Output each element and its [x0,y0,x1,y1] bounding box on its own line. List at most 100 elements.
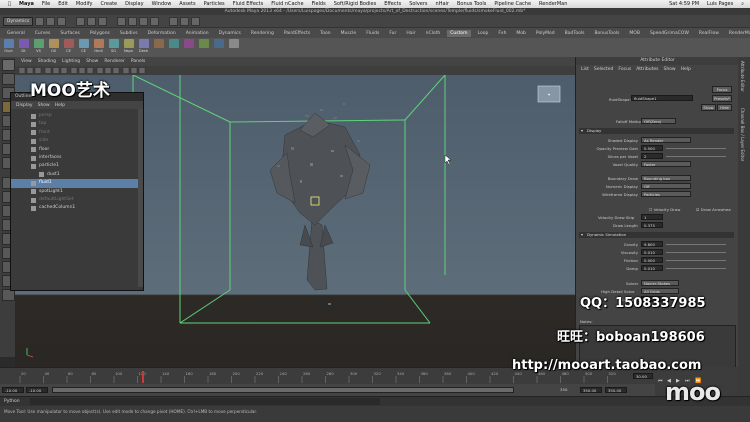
search-icon[interactable]: ⌕ [741,1,744,7]
ipr-render-icon[interactable] [180,16,190,26]
shelf-tool[interactable]: CE [77,38,90,53]
attribute-menu-item[interactable]: Help [681,67,691,72]
shelf-tab[interactable]: MOB [626,30,643,37]
attr-slider[interactable] [666,252,726,253]
command-language[interactable]: Python [4,399,20,404]
shelf-tool[interactable] [227,38,240,49]
end-time-field[interactable]: 350.00 [605,387,627,393]
shelf-tab[interactable]: Dynamics [216,30,244,37]
menu-item[interactable]: Bonus Tools [457,1,486,7]
outliner-item[interactable]: defaultLightSet [11,196,143,204]
tab-attribute-editor[interactable]: Attribute Editor [740,61,745,92]
playback-end-field[interactable]: 350.00 [580,387,602,393]
select-component-icon[interactable] [98,16,108,26]
shelf-tab[interactable]: Hair [403,30,418,37]
shelf-tool[interactable]: Hndl [92,38,105,53]
viewport-menu-item[interactable]: Lighting [62,59,80,64]
outliner-item[interactable]: fluid1 [11,179,143,188]
save-scene-icon[interactable] [57,16,67,26]
menu-item[interactable]: Soft/Rigid Bodies [334,1,376,7]
outliner-item[interactable]: interfaces [11,154,143,162]
shelf-tab[interactable]: Muscle [338,30,360,37]
shelf-tab[interactable]: Mob [513,30,529,37]
shelf-tab[interactable]: RealFlow [696,30,722,37]
menu-item[interactable]: Solvers [409,1,427,7]
dynamic-attr-value[interactable]: 0.010 [641,265,663,271]
viewport-menu-item[interactable]: Panels [131,59,145,64]
shelf-tool[interactable]: OS [47,38,60,53]
shelf-tab[interactable]: Rendering [248,30,277,37]
focus-button[interactable]: Focus [712,86,732,93]
viewport-menu-item[interactable]: View [21,59,32,64]
menu-item[interactable]: Maya [19,1,34,7]
attribute-menu-item[interactable]: Show [663,67,675,72]
display-section[interactable]: Display [579,128,734,134]
shelf-tool[interactable]: CE [62,38,75,53]
viewport-menu-item[interactable]: Shading [38,59,56,64]
outliner-item[interactable]: spotLight1 [11,188,143,196]
shelf-tool[interactable] [197,38,210,49]
attribute-menu-item[interactable]: Attributes [636,67,658,72]
dynamic-attr-value[interactable]: 0.010 [641,249,663,255]
menu-item[interactable]: Particles [204,1,225,7]
display-attr-value[interactable]: Bounding box [641,175,691,181]
render-icon[interactable] [169,16,179,26]
outliner-item[interactable]: dust1 [11,171,143,179]
viewport-menu-item[interactable]: Renderer [104,59,125,64]
display-attr-value[interactable]: Particles [641,191,691,197]
start-time-field[interactable]: -10.00 [2,387,24,393]
range-slider-bar[interactable] [52,387,514,393]
menu-item[interactable]: Edit [58,1,68,7]
show-button[interactable]: Show [701,104,716,111]
shelf-tab[interactable]: BonusTools [591,30,622,37]
menu-item[interactable]: Fields [312,1,326,7]
snap-plane-icon[interactable] [150,16,160,26]
attribute-menu-item[interactable]: Selected [594,67,614,72]
outliner-menu-item[interactable]: Show [38,103,50,108]
menu-item[interactable]: Modify [76,1,93,7]
dynamic-simulation-section[interactable]: Dynamic Simulation [579,232,734,238]
solver-dropdown[interactable]: Navier-Stokes [641,280,679,286]
shelf-tool[interactable]: Desh [137,38,150,53]
current-frame-field[interactable]: 30.00 [633,373,653,379]
display-attr-value[interactable]: As Render [641,137,691,143]
shelf-tab[interactable]: PaintEffects [281,30,313,37]
hide-button[interactable]: Hide [717,104,732,111]
menu-item[interactable]: Create [101,1,118,7]
display-attr-value[interactable]: Faster [641,161,691,167]
shelf-tab[interactable]: Curves [32,30,54,37]
attribute-menu-item[interactable]: List [581,67,589,72]
shelf-tab[interactable]: Polygons [87,30,113,37]
velocity-skip-field[interactable]: 1 [641,214,663,220]
viewport-toolbar-icons[interactable] [15,66,575,75]
viewport-menu-item[interactable]: Show [86,59,98,64]
display-attr-value[interactable]: 2 [641,153,663,159]
select-tool-icon[interactable] [2,59,15,71]
menu-item[interactable]: Fluid nCache [271,1,303,7]
attr-slider[interactable] [666,148,726,149]
shelf-tool[interactable] [182,38,195,49]
shelf-tab[interactable]: General [4,30,28,37]
open-scene-icon[interactable] [46,16,56,26]
user-name[interactable]: Luis Pages [707,1,733,7]
snap-grid-icon[interactable] [117,16,127,26]
shelf-tab[interactable]: Subdivs [117,30,141,37]
outliner-item[interactable]: side [11,137,143,145]
shelf-tool[interactable]: VS [32,38,45,53]
shelf-tab[interactable]: BadTools [562,30,588,37]
attr-slider[interactable] [666,156,726,157]
shelf-tab[interactable]: Loop [475,30,492,37]
dynamic-attr-value[interactable]: 0.000 [641,257,663,263]
outliner-menu-item[interactable]: Help [55,103,65,108]
menu-item[interactable]: Effects [384,1,401,7]
range-slider[interactable]: -10.00 -10.00 350 350.00 350.00 [0,384,655,396]
outliner-item[interactable]: front [11,129,143,137]
shelf-tool[interactable]: Nspn [122,38,135,53]
snap-point-icon[interactable] [139,16,149,26]
shelf-tab[interactable]: Fxh [495,30,509,37]
mode-selector[interactable]: Dynamics [3,16,34,26]
menu-item[interactable]: Pipeline Cache [494,1,531,7]
menu-item[interactable]: nHair [436,1,449,7]
select-hierarchy-icon[interactable] [76,16,86,26]
tab-channel-box[interactable]: Channel Box / Layer Editor [740,108,745,161]
